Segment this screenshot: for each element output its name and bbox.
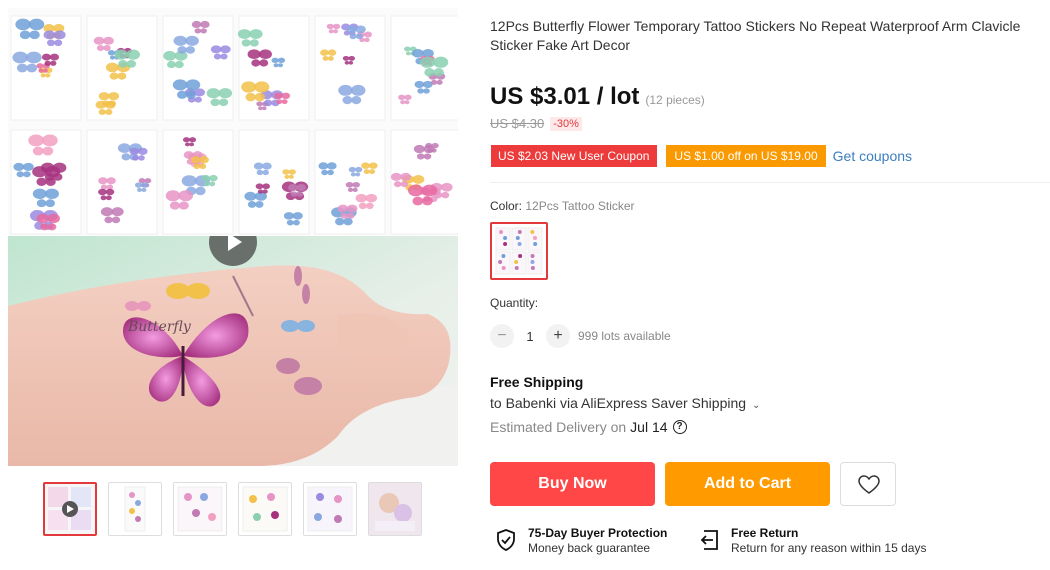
- hand-photo-illustration: Butterfly: [8, 236, 458, 466]
- buyer-protection-subtitle: Money back guarantee: [528, 541, 651, 555]
- thumbnail-3[interactable]: [173, 482, 227, 536]
- shipping-method-text: to Babenki via AliExpress Saver Shipping: [490, 395, 747, 411]
- heart-icon: [858, 475, 880, 494]
- swatch-motif: [515, 236, 520, 240]
- add-to-cart-button[interactable]: Add to Cart: [665, 462, 830, 506]
- swatch-motif: [530, 266, 535, 270]
- color-option-swatch[interactable]: [490, 222, 548, 280]
- original-price: US $4.30: [490, 116, 545, 131]
- tattoo-sheet: [390, 15, 458, 121]
- delivery-label: Estimated Delivery on: [490, 419, 627, 435]
- thumbnail-6[interactable]: [368, 482, 422, 536]
- tattoo-sheet: [390, 129, 458, 235]
- quantity-decrease-button[interactable]: −: [490, 324, 514, 348]
- color-label-text: Color:: [490, 199, 523, 213]
- svg-text:Butterfly: Butterfly: [127, 319, 192, 335]
- delivery-date: Jul 14: [630, 419, 668, 435]
- hand-tattoo-photo: Butterfly: [8, 236, 458, 466]
- buy-now-button[interactable]: Buy Now: [490, 462, 655, 506]
- thumbnail-4[interactable]: [238, 482, 292, 536]
- quantity-label: Quantity:: [490, 296, 539, 310]
- swatch-motif: [532, 236, 537, 240]
- play-icon: [228, 236, 242, 251]
- price-unit: (12 pieces): [645, 93, 705, 107]
- shield-check-icon: [497, 529, 515, 551]
- thumbnail-2[interactable]: [108, 482, 162, 536]
- quantity-stepper: − 1 + 999 lots available: [490, 324, 671, 348]
- chevron-down-icon: ⌄: [751, 400, 761, 411]
- thumbnail-5[interactable]: [303, 482, 357, 536]
- swatch-motif: [530, 254, 535, 258]
- swatch-motif: [530, 230, 535, 234]
- thumbnail-2-image: [109, 483, 161, 535]
- swatch-motif: [533, 242, 538, 246]
- wishlist-button[interactable]: [840, 462, 896, 506]
- thumbnail-3-image: [174, 483, 226, 535]
- tattoo-sheets-illustration: [8, 8, 458, 236]
- swatch-motif: [501, 266, 506, 270]
- quantity-increase-button[interactable]: +: [546, 324, 570, 348]
- free-return-title: Free Return: [731, 526, 799, 540]
- swatch-motif: [514, 266, 519, 270]
- free-return-subtitle: Return for any reason within 15 days: [731, 541, 927, 555]
- quantity-value[interactable]: 1: [514, 329, 546, 344]
- color-swatch-image: [492, 224, 546, 278]
- shipping-method-selector[interactable]: to Babenki via AliExpress Saver Shipping…: [490, 395, 760, 411]
- help-icon[interactable]: ?: [672, 420, 687, 434]
- swatch-motif: [518, 254, 523, 258]
- swatch-motif: [503, 242, 508, 246]
- return-arrow-icon: [700, 530, 718, 550]
- swatch-sheet: [527, 251, 543, 275]
- shipping-title: Free Shipping: [490, 374, 584, 390]
- buyer-protection: 75-Day Buyer Protection Money back guara…: [494, 526, 667, 556]
- estimated-delivery: Estimated Delivery on Jul 14 ?: [490, 419, 687, 435]
- thumbnail-1-image: [45, 484, 95, 534]
- discount-badge: -30%: [550, 116, 582, 131]
- free-return: Free Return Return for any reason within…: [697, 526, 926, 556]
- coupon-row: US $2.03 New User Coupon US $1.00 off on…: [490, 145, 912, 167]
- new-user-coupon[interactable]: US $2.03 New User Coupon: [490, 145, 658, 167]
- swatch-motif: [514, 260, 519, 264]
- color-value: 12Pcs Tattoo Sticker: [525, 199, 635, 213]
- swatch-motif: [503, 236, 508, 240]
- buyer-protection-title: 75-Day Buyer Protection: [528, 526, 668, 540]
- divider: [490, 182, 1050, 183]
- product-title: 12Pcs Butterfly Flower Temporary Tattoo …: [490, 18, 1021, 53]
- swatch-motif: [517, 230, 522, 234]
- thumbnail-1[interactable]: [43, 482, 97, 536]
- video-play-button[interactable]: [209, 236, 257, 266]
- swatch-motif: [517, 242, 522, 246]
- thumbnail-6-image: [369, 483, 421, 535]
- tattoo-sheets-image: [8, 8, 458, 236]
- original-price-row: US $4.30 -30%: [490, 116, 582, 131]
- swatch-motif: [501, 254, 506, 258]
- swatch-motif: [499, 230, 504, 234]
- color-label: Color: 12Pcs Tattoo Sticker: [490, 199, 635, 213]
- store-coupon[interactable]: US $1.00 off on US $19.00: [666, 145, 826, 167]
- quantity-available: 999 lots available: [578, 329, 671, 343]
- thumbnail-5-image: [304, 483, 356, 535]
- swatch-motif: [530, 260, 535, 264]
- swatch-sheet: [495, 227, 511, 251]
- current-price: US $3.01 / lot: [490, 83, 640, 110]
- price-row: US $3.01 / lot (12 pieces): [490, 83, 705, 111]
- product-main-image[interactable]: Butterfly: [8, 8, 458, 466]
- thumbnail-4-image: [239, 483, 291, 535]
- get-coupons-link[interactable]: Get coupons: [833, 148, 912, 164]
- swatch-motif: [498, 260, 503, 264]
